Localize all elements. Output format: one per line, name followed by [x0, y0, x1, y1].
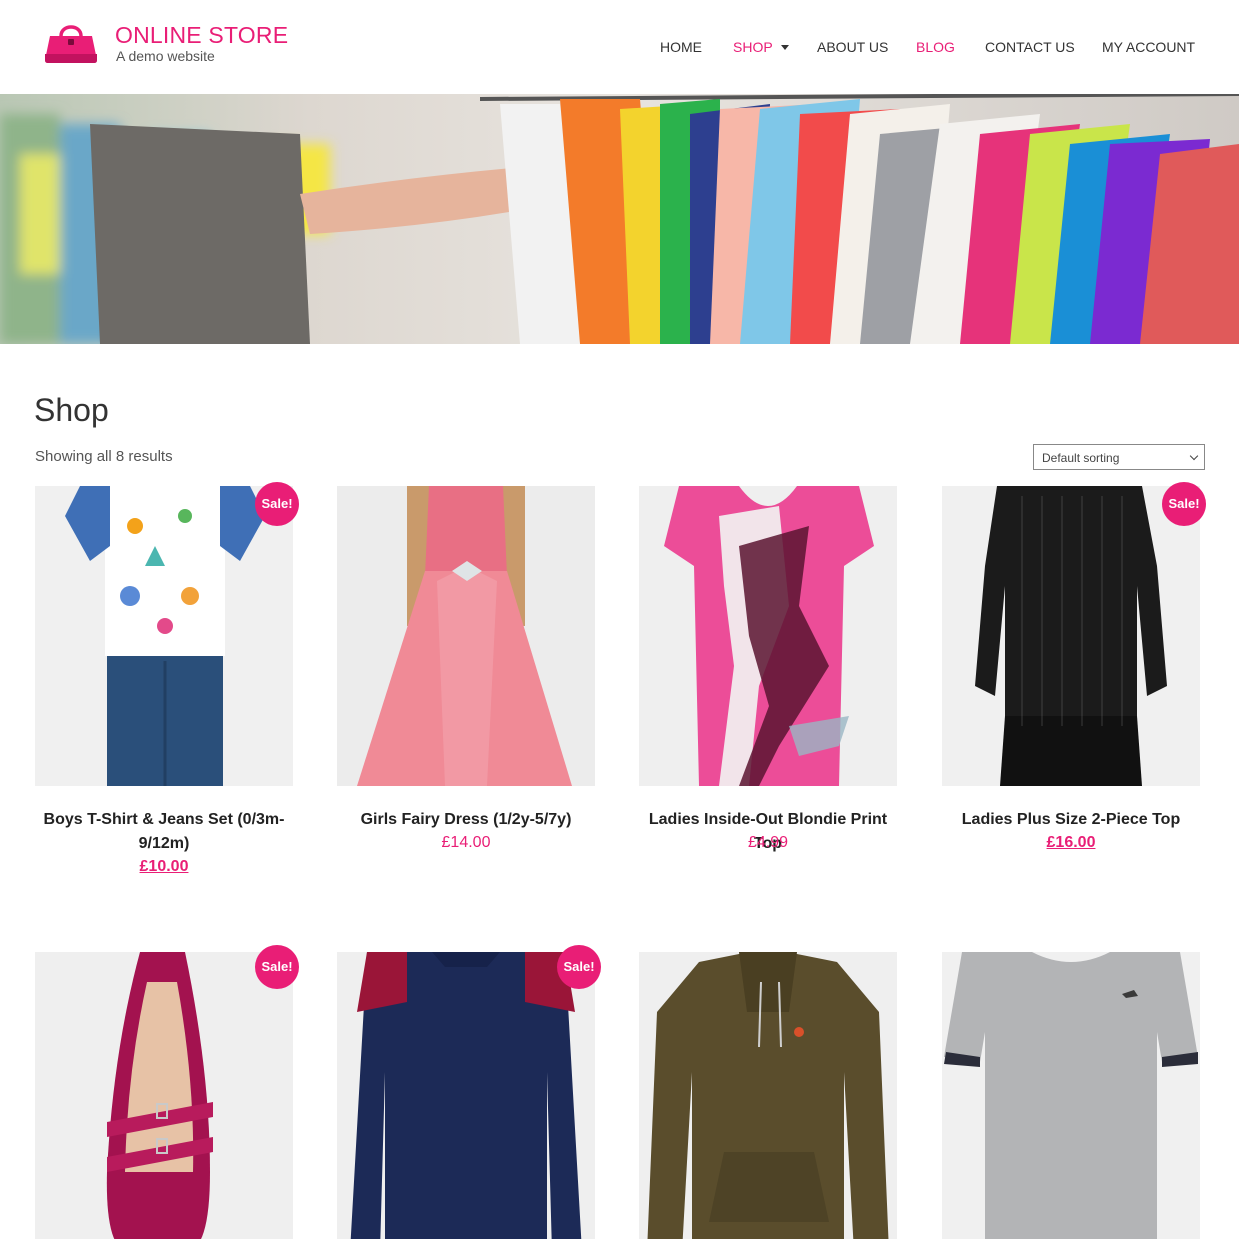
sale-badge: Sale!	[1162, 482, 1206, 526]
product-name[interactable]: Boys T-Shirt & Jeans Set (0/3m-9/12m)	[35, 808, 293, 856]
sale-badge: Sale!	[255, 945, 299, 989]
chevron-down-icon	[1189, 451, 1199, 461]
sorting-select-value: Default sorting	[1042, 451, 1120, 465]
nav-about-us[interactable]: ABOUT US	[817, 39, 888, 55]
product-price: £10.00	[139, 858, 189, 875]
product-price: £4.99	[747, 834, 789, 851]
nav-home[interactable]: HOME	[660, 39, 702, 55]
caret-down-icon	[780, 45, 789, 50]
result-count: Showing all 8 results	[35, 448, 173, 465]
page-title: Shop	[34, 392, 109, 428]
main-nav: HOME SHOP ABOUT US BLOG CONTACT US MY AC…	[0, 39, 1239, 59]
product-image[interactable]	[942, 952, 1200, 1239]
sale-badge: Sale!	[255, 482, 299, 526]
product-image[interactable]	[35, 486, 293, 786]
clothing-rack-photo	[0, 94, 1239, 344]
product-price: £14.00	[441, 834, 491, 851]
product-price: £16.00	[1046, 834, 1096, 851]
product-name[interactable]: Ladies Plus Size 2-Piece Top	[942, 808, 1200, 832]
nav-shop[interactable]: SHOP	[733, 39, 789, 55]
product-image[interactable]	[337, 486, 595, 786]
nav-shop-label: SHOP	[733, 39, 773, 55]
nav-my-account[interactable]: MY ACCOUNT	[1102, 39, 1195, 55]
product-image[interactable]	[337, 952, 595, 1239]
product-image[interactable]	[35, 952, 293, 1239]
product-image[interactable]	[942, 486, 1200, 786]
site-header: ONLINE STORE A demo website HOME SHOP AB…	[0, 0, 1239, 94]
hero-banner-image	[0, 94, 1239, 344]
product-image[interactable]	[639, 486, 897, 786]
sorting-select[interactable]: Default sorting	[1033, 444, 1205, 470]
nav-blog[interactable]: BLOG	[916, 39, 955, 55]
product-name[interactable]: Girls Fairy Dress (1/2y-5/7y)	[337, 808, 595, 832]
nav-contact-us[interactable]: CONTACT US	[985, 39, 1075, 55]
sale-badge: Sale!	[557, 945, 601, 989]
product-image[interactable]	[639, 952, 897, 1239]
